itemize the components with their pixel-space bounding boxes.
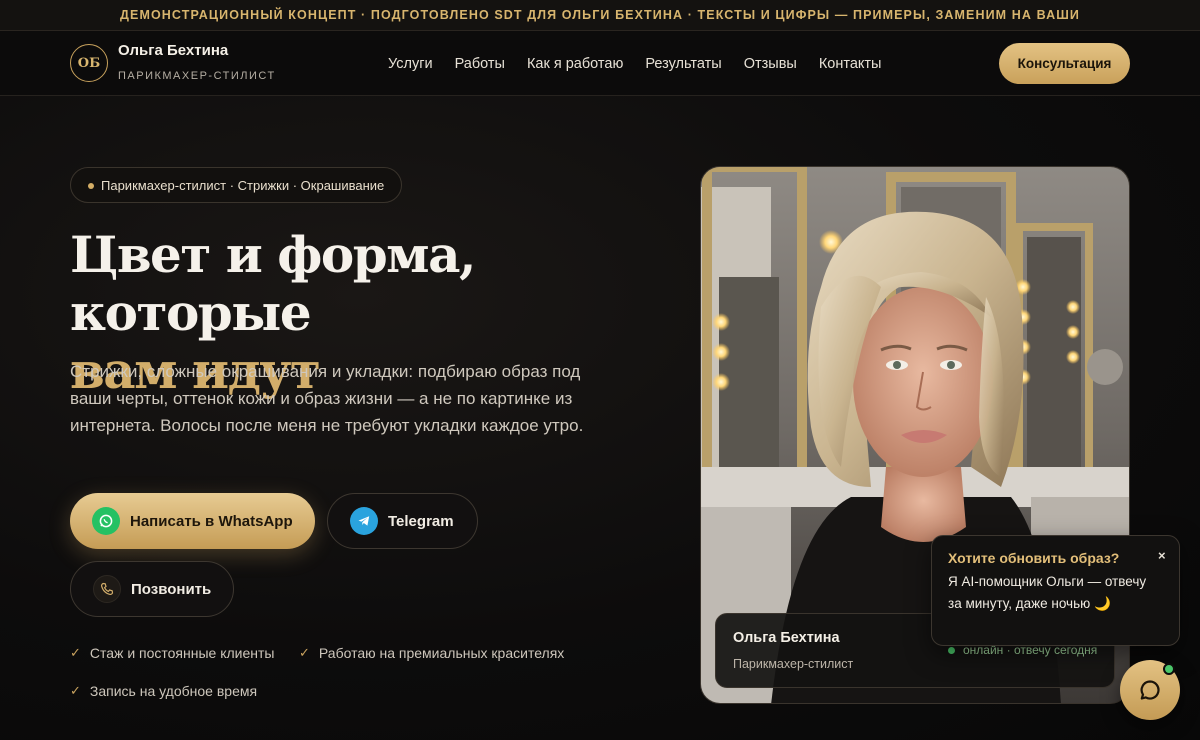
benefit-item: ✓ Запись на удобное время bbox=[70, 683, 257, 699]
whatsapp-icon bbox=[92, 507, 120, 535]
benefit-item: ✓ Работаю на премиальных красителях bbox=[299, 645, 564, 661]
benefit-text: Стаж и постоянные клиенты bbox=[89, 645, 275, 661]
hero-title-line1: Цвет и форма, которые bbox=[70, 225, 476, 342]
nav-link-contacts[interactable]: Контакты bbox=[819, 56, 882, 72]
specialty-pill: Парикмахер-стилист · Стрижки · Окрашиван… bbox=[70, 167, 403, 203]
nav-link-reviews[interactable]: Отзывы bbox=[744, 56, 797, 72]
telegram-icon bbox=[350, 507, 378, 535]
close-icon[interactable]: × bbox=[1158, 548, 1166, 563]
benefit-item: ✓ Стаж и постоянные клиенты bbox=[70, 645, 274, 661]
benefit-text: Запись на удобное время bbox=[89, 683, 258, 699]
chat-invite-title: Хотите обновить образ? bbox=[948, 550, 1120, 566]
whatsapp-button[interactable]: Написать в WhatsApp bbox=[70, 493, 315, 549]
chat-invite-body: Я AI-помощник Ольги — отвечу за минуту, … bbox=[948, 574, 1147, 611]
nav-link-results[interactable]: Результаты bbox=[645, 56, 721, 72]
check-icon: ✓ bbox=[70, 645, 81, 660]
call-button-label: Позвонить bbox=[131, 580, 212, 598]
brand-name[interactable]: Ольга Бехтина bbox=[118, 42, 228, 59]
chat-invite-popup: Хотите обновить образ? Я AI-помощник Оль… bbox=[931, 535, 1180, 646]
nav-link-services[interactable]: Услуги bbox=[388, 56, 433, 72]
telegram-button[interactable]: Telegram bbox=[327, 493, 478, 549]
demo-notice-text: ДЕМОНСТРАЦИОННЫЙ КОНЦЕПТ · ПОДГОТОВЛЕНО … bbox=[120, 8, 1080, 22]
brand-subtitle: ПАРИКМАХЕР-СТИЛИСТ bbox=[118, 70, 276, 82]
chat-bubble-icon bbox=[1140, 680, 1160, 700]
check-icon: ✓ bbox=[299, 645, 310, 660]
online-badge bbox=[1163, 663, 1175, 675]
telegram-button-label: Telegram bbox=[388, 512, 454, 530]
call-button[interactable]: Позвонить bbox=[70, 561, 234, 617]
benefit-text: Работаю на премиальных красителях bbox=[318, 645, 565, 661]
online-dot-icon bbox=[948, 646, 955, 654]
hero-description: Стрижки, сложные окрашивания и укладки: … bbox=[70, 362, 584, 435]
consultation-button[interactable]: Консультация bbox=[999, 43, 1130, 84]
logo-initials: ОБ bbox=[77, 55, 101, 71]
nav-link-works[interactable]: Работы bbox=[455, 56, 505, 72]
main-nav: Услуги Работы Как я работаю Результаты О… bbox=[388, 31, 903, 96]
phone-icon bbox=[93, 575, 121, 603]
pill-dot bbox=[88, 183, 94, 189]
check-icon: ✓ bbox=[70, 683, 81, 698]
demo-notice-bar: ДЕМОНСТРАЦИОННЫЙ КОНЦЕПТ · ПОДГОТОВЛЕНО … bbox=[0, 0, 1200, 31]
profile-role: Парикмахер-стилист bbox=[733, 657, 854, 671]
whatsapp-button-label: Написать в WhatsApp bbox=[130, 512, 293, 530]
logo-monogram[interactable]: ОБ bbox=[70, 44, 108, 82]
site-header: ОБ Ольга Бехтина ПАРИКМАХЕР-СТИЛИСТ Услу… bbox=[0, 31, 1200, 96]
nav-link-process[interactable]: Как я работаю bbox=[527, 56, 623, 72]
profile-name: Ольга Бехтина bbox=[733, 630, 840, 646]
specialty-pill-text: Парикмахер-стилист · Стрижки · Окрашиван… bbox=[101, 177, 385, 193]
